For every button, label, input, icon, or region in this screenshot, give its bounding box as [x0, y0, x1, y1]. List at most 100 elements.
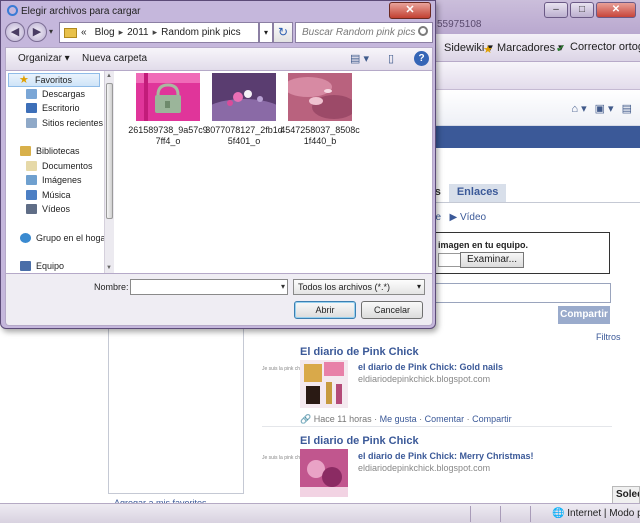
home-icon[interactable]: ⌂ ▾: [571, 102, 586, 115]
scroll-up-icon[interactable]: ▲: [106, 73, 112, 79]
pink-lock-photo: [136, 73, 200, 121]
nueva-carpeta-button[interactable]: Nueva carpeta: [82, 53, 147, 64]
navigation-scrollbar[interactable]: ▲ ▼: [104, 71, 114, 273]
nav-favoritos[interactable]: ★ Favoritos: [8, 73, 100, 87]
view-menu-icon[interactable]: ▤ ▾: [350, 52, 369, 65]
close-window-button[interactable]: ✕: [596, 2, 636, 18]
zone-indicator: 🌐 Internet | Modo prote: [552, 508, 640, 519]
candy-photo: [204, 73, 284, 127]
arrow-left-icon: ◀: [10, 26, 20, 38]
star-icon: ★: [483, 44, 493, 56]
cancel-button[interactable]: Cancelar: [361, 301, 423, 319]
history-dropdown[interactable]: ▾: [49, 27, 53, 36]
nav-musica[interactable]: Música: [26, 190, 71, 200]
computer-icon: [20, 261, 31, 271]
scroll-down-icon[interactable]: ▼: [106, 265, 112, 271]
nav-imagenes[interactable]: Imágenes: [26, 175, 82, 185]
comment-link[interactable]: Comentar: [425, 414, 465, 424]
breadcrumb-random-pink-pics[interactable]: Random pink pics: [161, 27, 240, 38]
dialog-body: ★ Favoritos Descargas Escritorio Sitios r…: [5, 71, 433, 274]
filename-input[interactable]: ▾: [130, 279, 288, 295]
refresh-icon: ↻: [277, 25, 289, 39]
refresh-button[interactable]: ↻: [273, 22, 293, 43]
examinar-button[interactable]: Examinar...: [460, 252, 524, 268]
pink-sand-photo: [284, 73, 356, 121]
tab-links[interactable]: Enlaces: [448, 184, 507, 202]
share-link[interactable]: Compartir: [472, 414, 512, 424]
compartir-button[interactable]: Compartir: [558, 306, 610, 324]
share-video[interactable]: Vídeo: [460, 212, 486, 223]
post-url: eldiariodepinkchick.blogspot.com: [358, 463, 491, 473]
post-meta: 🔗 Hace 11 horas · Me gusta · Comentar · …: [300, 414, 512, 424]
post-author[interactable]: El diario de Pink Chick: [300, 346, 419, 358]
post-title[interactable]: el diario de Pink Chick: Gold nails: [358, 362, 503, 372]
window-buttons: – □ ✕: [544, 2, 636, 18]
filtros-link[interactable]: Filtros: [596, 332, 621, 342]
post-author[interactable]: El diario de Pink Chick: [300, 435, 419, 447]
videos-icon: [26, 204, 37, 214]
nav-sitios-recientes[interactable]: Sitios recientes: [26, 118, 103, 128]
upload-label: le imagen en tu equipo.: [428, 240, 529, 250]
bookmarks-button[interactable]: ★ Marcadores ▾: [483, 41, 564, 56]
dialog-title: Elegir archivos para cargar: [7, 5, 141, 17]
post-title[interactable]: el diario de Pink Chick: Merry Christmas…: [358, 451, 534, 461]
post-divider: [262, 426, 612, 427]
nav-grupo-hogar[interactable]: Grupo en el hogar: [20, 233, 104, 243]
scrollbar-thumb[interactable]: [106, 83, 113, 219]
maximize-button[interactable]: □: [570, 2, 594, 18]
chevron-right-icon: ▸: [118, 27, 124, 37]
open-button[interactable]: Abrir: [294, 301, 356, 319]
url-fragment: 55975108: [437, 19, 482, 30]
address-breadcrumb[interactable]: « Blog ▸ 2011 ▸ Random pink pics: [59, 22, 259, 43]
nav-videos[interactable]: Vídeos: [26, 204, 70, 214]
libraries-icon: [20, 146, 31, 156]
chat-tab[interactable]: Soleda: [612, 486, 640, 504]
file-list: 261589738_9a57c97ff4_o 3077078127_2fb1d5…: [118, 71, 432, 273]
star-icon: ★: [19, 74, 29, 86]
feed-post: Je suis la pink chick El diario de Pink …: [262, 435, 612, 503]
nav-equipo[interactable]: Equipo: [20, 261, 64, 271]
homegroup-icon: [20, 233, 31, 243]
filetype-select[interactable]: Todos los archivos (*.*) ▾: [293, 279, 425, 295]
back-button[interactable]: ◀: [5, 22, 25, 42]
post-url: eldiariodepinkchick.blogspot.com: [358, 374, 491, 384]
search-icon: [418, 26, 428, 36]
print-icon[interactable]: ▤: [622, 102, 632, 115]
preview-pane-icon[interactable]: ▯: [388, 52, 394, 65]
file-name: 261589738_9a57c97ff4_o: [128, 125, 208, 146]
rss-icon[interactable]: ▣ ▾: [595, 102, 614, 115]
dialog-footer: Nombre: ▾ Todos los archivos (*.*) ▾ Abr…: [5, 274, 433, 326]
nav-escritorio[interactable]: Escritorio: [26, 103, 80, 113]
breadcrumb-overflow[interactable]: «: [81, 27, 87, 38]
chevron-down-icon[interactable]: ▾: [281, 282, 285, 291]
nav-documentos[interactable]: Documentos: [26, 161, 93, 171]
file-name: 4547258037_8508c1f440_b: [280, 125, 360, 146]
search-input[interactable]: Buscar Random pink pics: [295, 22, 433, 43]
dialog-command-bar: Organizar ▾ Nueva carpeta ▤ ▾ ▯ ?: [5, 47, 433, 71]
minimize-button[interactable]: –: [544, 2, 568, 18]
link-icon: 🔗: [300, 414, 312, 424]
post-thumbnail[interactable]: [300, 360, 348, 408]
spellcheck-button[interactable]: ✔Corrector ortográfico: [556, 41, 640, 55]
breadcrumb-2011[interactable]: 2011: [127, 27, 149, 38]
post-thumbnail[interactable]: [300, 449, 348, 497]
dialog-close-button[interactable]: ✕: [389, 2, 431, 19]
comment-input[interactable]: [430, 283, 611, 303]
status-bar: 🌐 Internet | Modo prote: [0, 503, 640, 523]
help-icon[interactable]: ?: [414, 51, 429, 66]
video-icon: ▶: [449, 212, 458, 223]
organizar-button[interactable]: Organizar ▾: [18, 53, 70, 64]
breadcrumb-blog[interactable]: Blog: [95, 27, 115, 38]
feed-post: Je suis la pink chick El diario de Pink …: [262, 346, 612, 430]
address-dropdown[interactable]: ▾: [259, 22, 273, 43]
download-icon: [26, 89, 37, 99]
like-link[interactable]: Me gusta: [380, 414, 417, 424]
nav-descargas[interactable]: Descargas: [26, 89, 85, 99]
nav-bibliotecas[interactable]: Bibliotecas: [20, 146, 80, 156]
dialog-navigation: ◀ ▶ ▾ « Blog ▸ 2011 ▸ Random pink pics ▾…: [5, 22, 433, 44]
forward-button[interactable]: ▶: [27, 22, 47, 42]
chevron-down-icon: ▾: [416, 282, 421, 291]
check-icon: ✔: [556, 43, 566, 55]
documents-icon: [26, 161, 37, 171]
filename-label: Nombre:: [94, 282, 129, 292]
